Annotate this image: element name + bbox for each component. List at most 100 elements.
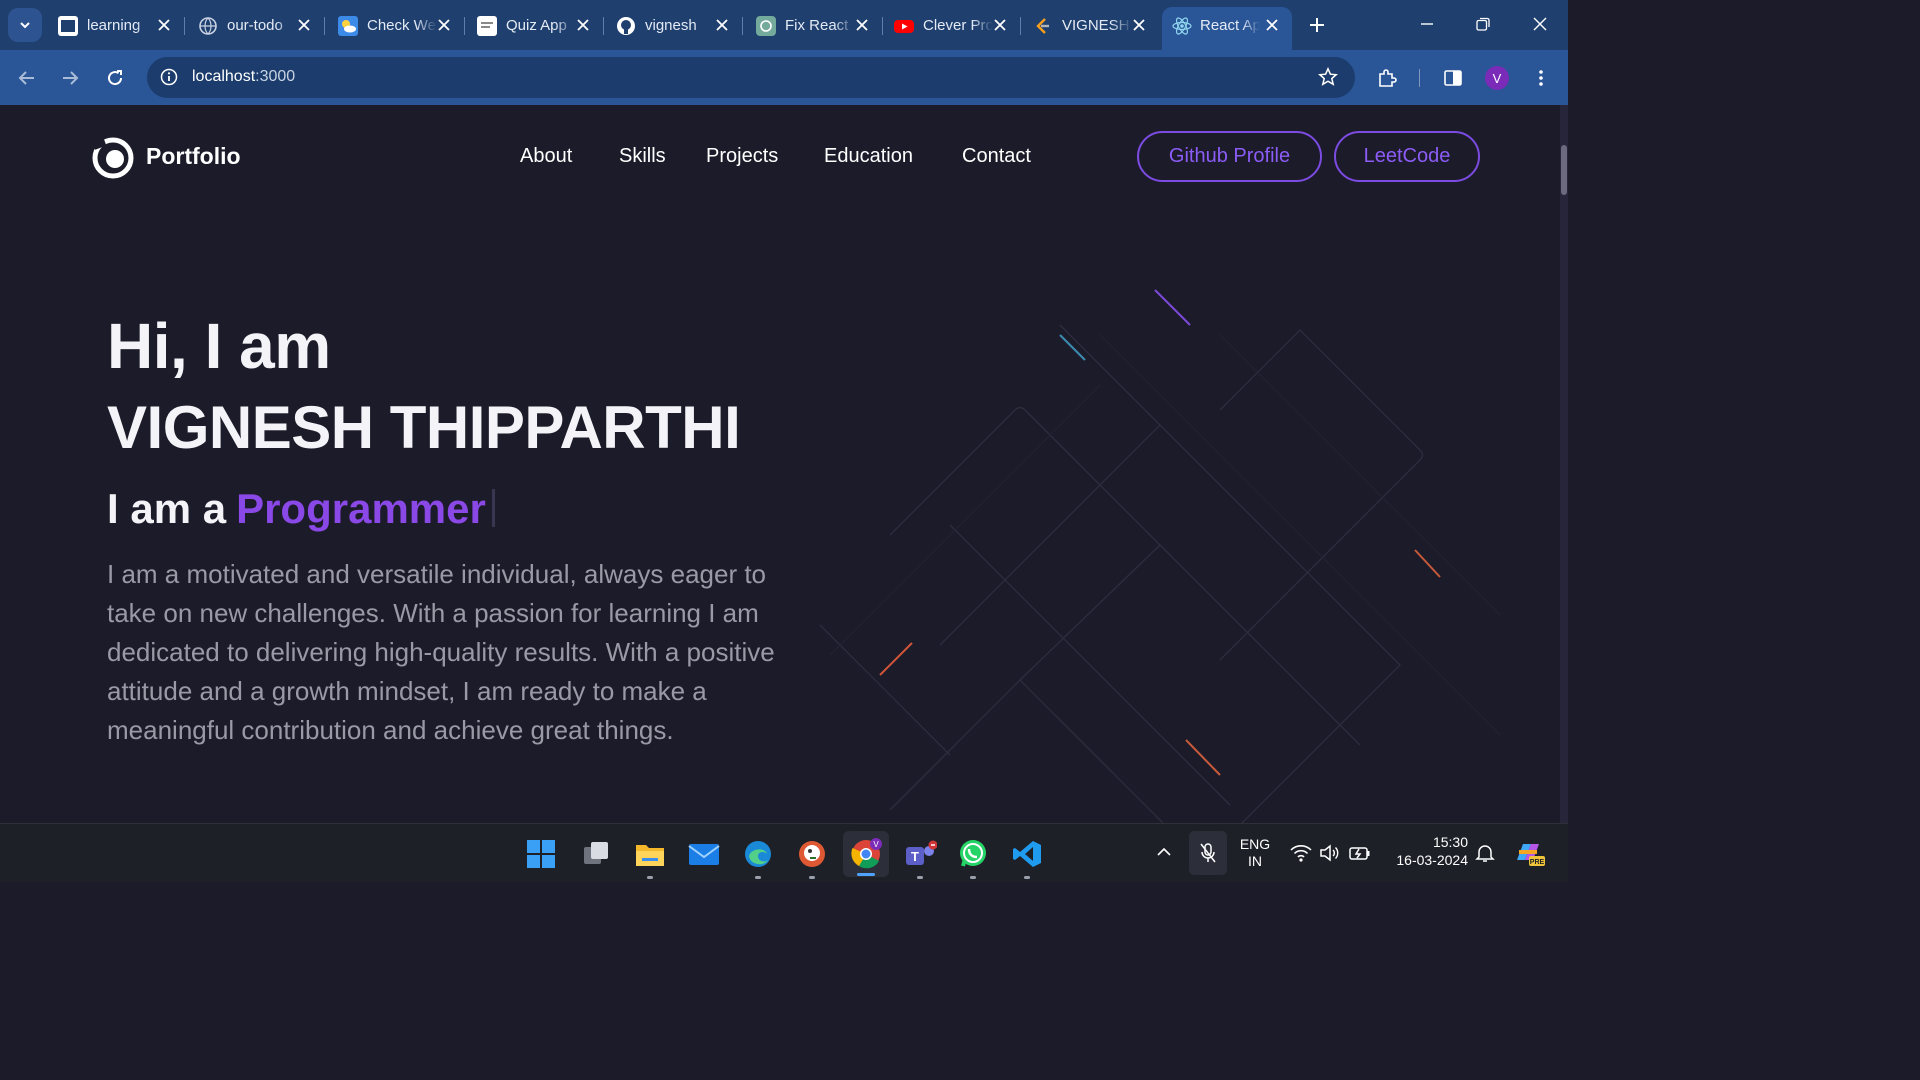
hero-greeting: Hi, I am <box>107 310 331 382</box>
arrow-right-icon <box>63 71 79 85</box>
nav-contact[interactable]: Contact <box>962 145 1031 168</box>
browser-tab[interactable]: VIGNESH <box>1033 8 1171 42</box>
nav-about[interactable]: About <box>520 145 572 168</box>
hero-name: VIGNESH THIPPARTHI <box>107 394 741 461</box>
tab-title: VIGNESH <box>1062 17 1130 34</box>
region-code: IN <box>1248 853 1262 869</box>
close-window-button[interactable] <box>1517 7 1563 41</box>
github-profile-button[interactable]: Github Profile <box>1137 131 1322 182</box>
forward-button[interactable] <box>53 61 87 95</box>
whatsapp-icon[interactable] <box>955 836 991 879</box>
tab-title: vignesh <box>645 17 697 34</box>
minimize-icon <box>1421 23 1433 25</box>
microphone-muted-icon[interactable] <box>1189 831 1227 875</box>
browser-menu-button[interactable] <box>1524 61 1558 95</box>
tab-title: React App <box>1200 17 1260 34</box>
copilot-icon[interactable]: PRE <box>1513 838 1545 873</box>
browser-tab[interactable]: Fix React <box>756 8 894 42</box>
nav-skills[interactable]: Skills <box>619 145 666 168</box>
back-button[interactable] <box>10 61 44 95</box>
side-panel-icon <box>1444 70 1462 86</box>
windows-start-icon[interactable] <box>523 836 559 872</box>
arrow-left-icon <box>18 71 34 85</box>
running-indicator <box>809 876 815 879</box>
language-indicator[interactable]: ENG IN <box>1236 836 1274 869</box>
close-icon[interactable] <box>1261 14 1283 36</box>
close-icon[interactable] <box>851 14 873 36</box>
clock-date: 16-03-2024 <box>1396 852 1468 868</box>
teams-icon[interactable]: T <box>902 836 938 879</box>
site-logo-icon[interactable] <box>91 136 135 180</box>
close-icon[interactable] <box>433 14 455 36</box>
close-icon[interactable] <box>711 14 733 36</box>
extensions-button[interactable] <box>1370 61 1404 95</box>
running-indicator <box>970 876 976 879</box>
site-brand[interactable]: Portfolio <box>146 143 241 170</box>
browser-tab[interactable]: Quiz App <box>477 8 615 42</box>
browser-tab[interactable]: our-todo <box>198 8 336 42</box>
minimize-button[interactable] <box>1404 7 1450 41</box>
nav-education[interactable]: Education <box>824 145 913 168</box>
running-indicator <box>1024 876 1030 879</box>
vscode-icon[interactable] <box>1009 836 1045 879</box>
scrollbar-thumb[interactable] <box>1561 145 1567 195</box>
browser-toolbar: localhost:3000 V <box>0 50 1568 105</box>
toolbar-separator <box>1419 69 1420 87</box>
url-text: localhost:3000 <box>192 68 295 86</box>
close-icon[interactable] <box>572 14 594 36</box>
tab-title: Check Weather <box>367 17 437 34</box>
browser-tab[interactable]: Check Weather <box>338 8 476 42</box>
wifi-icon[interactable] <box>1290 844 1312 867</box>
bookmark-star-icon[interactable] <box>1317 66 1339 92</box>
new-tab-button[interactable] <box>1303 11 1331 39</box>
mail-icon[interactable] <box>686 836 722 872</box>
close-icon[interactable] <box>153 14 175 36</box>
page-scrollbar[interactable] <box>1560 105 1568 823</box>
close-icon[interactable] <box>293 14 315 36</box>
volume-icon[interactable] <box>1319 844 1339 867</box>
browser-tab[interactable]: Clever Programmer <box>894 8 1032 42</box>
svg-text:V: V <box>873 840 879 849</box>
hero-role: I am a Programmer <box>107 485 495 533</box>
tab-search-button[interactable] <box>8 8 42 42</box>
info-icon[interactable] <box>160 68 178 91</box>
leetcode-button[interactable]: LeetCode <box>1334 131 1480 182</box>
leetcode-icon <box>1033 16 1053 36</box>
reload-button[interactable] <box>98 61 132 95</box>
close-icon[interactable] <box>1128 14 1150 36</box>
battery-charging-icon[interactable] <box>1349 844 1371 867</box>
nxtwave-icon <box>58 16 78 36</box>
duckduckgo-icon[interactable] <box>794 836 830 879</box>
file-explorer-icon[interactable] <box>632 836 668 879</box>
chevron-up-icon[interactable] <box>1156 844 1172 862</box>
web-page: Portfolio About Skills Projects Educatio… <box>0 105 1568 823</box>
notification-bell-icon[interactable] <box>1475 843 1495 868</box>
task-view-icon[interactable] <box>578 836 614 872</box>
system-clock[interactable]: 15:30 16-03-2024 <box>1386 834 1468 868</box>
browser-tab[interactable]: learning <box>58 8 196 42</box>
restore-button[interactable] <box>1460 7 1506 41</box>
more-vertical-icon <box>1539 70 1543 86</box>
running-indicator <box>917 876 923 879</box>
close-icon[interactable] <box>989 14 1011 36</box>
weather-icon <box>338 16 358 36</box>
tab-title: Quiz App <box>506 17 567 34</box>
chatgpt-icon <box>756 16 776 36</box>
nav-projects[interactable]: Projects <box>706 145 778 168</box>
edge-icon[interactable] <box>740 836 776 879</box>
role-prefix: I am a <box>107 485 227 532</box>
hero-description: I am a motivated and versatile individua… <box>107 559 775 745</box>
chrome-icon[interactable]: V <box>843 831 889 877</box>
browser-tab[interactable]: vignesh <box>616 8 754 42</box>
side-panel-button[interactable] <box>1436 61 1470 95</box>
running-indicator <box>647 876 653 879</box>
windows-taskbar: V T ENG IN 15:30 16-03-2024 PRE <box>0 823 1568 882</box>
tab-separator <box>1020 17 1021 35</box>
close-icon <box>1533 17 1547 31</box>
globe-icon <box>198 16 218 36</box>
address-bar[interactable]: localhost:3000 <box>147 57 1355 98</box>
browser-tab-active[interactable]: React App <box>1162 7 1292 50</box>
typing-cursor <box>491 489 495 527</box>
profile-avatar[interactable]: V <box>1485 66 1509 90</box>
tab-separator <box>184 17 185 35</box>
